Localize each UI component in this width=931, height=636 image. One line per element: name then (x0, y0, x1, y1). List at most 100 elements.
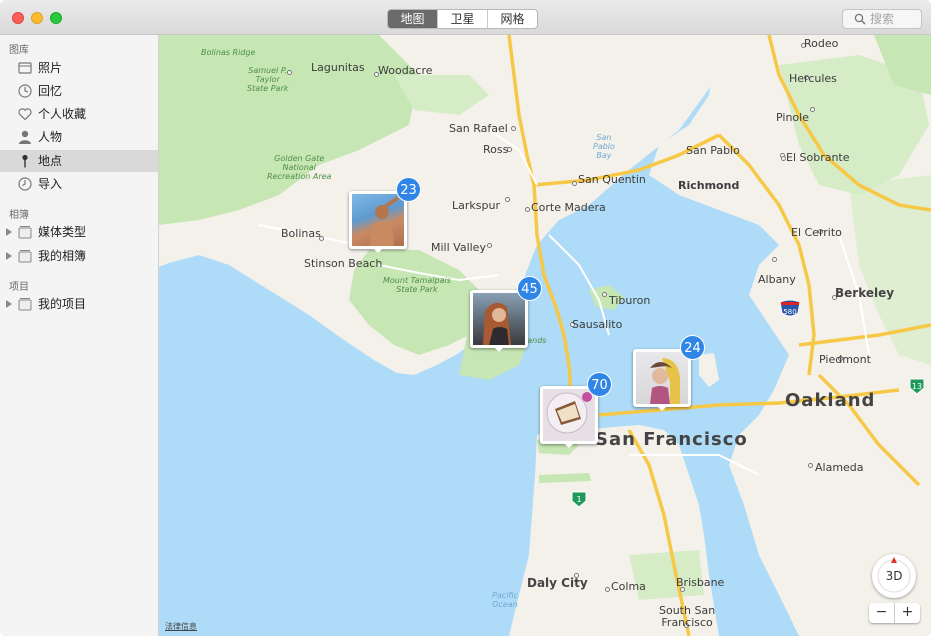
sidebar-item-my-albums[interactable]: 我的相簿 (0, 245, 158, 267)
place-label-el-cerrito: El Cerrito (791, 226, 842, 239)
place-label-san-pablo: San Pablo (686, 144, 740, 157)
city-dot (572, 181, 577, 186)
city-dot (487, 243, 492, 248)
place-label-piedmont: Piedmont (819, 353, 871, 366)
place-label-richmond: Richmond (678, 179, 740, 192)
sidebar-item-my-projects[interactable]: 我的项目 (0, 293, 158, 315)
heart-icon (18, 108, 32, 121)
photo-image (370, 196, 400, 246)
sidebar-item-people[interactable]: 人物 (0, 126, 158, 148)
sidebar-item-imports[interactable]: 导入 (0, 173, 158, 195)
photo-count-badge: 45 (517, 276, 542, 301)
photo-cluster-pin[interactable]: 24 (633, 335, 705, 411)
sidebar: 图库 照片 回忆 个人收藏 人物 地点 导入 相簿 媒体类型 我的相簿 项目 我… (0, 35, 159, 636)
city-dot (772, 257, 777, 262)
segment-grid[interactable]: 网格 (488, 10, 537, 28)
photo-thumbnail (352, 194, 404, 246)
sidebar-item-label: 我的相簿 (38, 249, 87, 263)
album-stack-icon (18, 298, 32, 311)
sidebar-item-media-types[interactable]: 媒体类型 (0, 221, 158, 243)
search-field[interactable]: 搜索 (842, 9, 922, 29)
view-mode-segmented-control: 地图 卫星 网格 (387, 9, 538, 29)
zoom-out-button[interactable]: − (869, 603, 895, 623)
city-dot (511, 126, 516, 131)
sidebar-item-label: 个人收藏 (38, 107, 87, 121)
city-dot (525, 207, 530, 212)
album-stack-icon (18, 226, 32, 239)
pin-tail (372, 247, 384, 253)
place-label-brisbane: Brisbane (676, 576, 725, 589)
place-label-south-san-francisco: South San Francisco (659, 604, 716, 629)
compass-3d-button[interactable]: 3D (872, 554, 916, 598)
park-label-mount-tamalpais: Mount Tamalpais State Park (383, 276, 451, 294)
sidebar-section-library: 图库 (9, 45, 29, 56)
photo-cluster-pin[interactable]: 23 (349, 177, 421, 253)
sidebar-item-label: 导入 (38, 177, 63, 191)
minimize-window-button[interactable] (31, 12, 43, 24)
city-dot (505, 197, 510, 202)
highway-shield-13: 13 (909, 378, 925, 395)
sidebar-item-label: 媒体类型 (38, 225, 87, 239)
close-window-button[interactable] (12, 12, 24, 24)
place-label-woodacre: Woodacre (378, 64, 433, 77)
sidebar-item-label: 人物 (38, 130, 63, 144)
place-label-daly-city: Daly City (527, 576, 588, 590)
place-label-mill-valley: Mill Valley (431, 241, 486, 254)
photo-count-badge: 24 (680, 335, 705, 360)
disclosure-triangle-icon[interactable] (6, 252, 12, 260)
fullscreen-window-button[interactable] (50, 12, 62, 24)
search-icon (854, 13, 866, 25)
place-label-pinole: Pinole (776, 111, 809, 124)
compass-3d-label: 3D (885, 569, 903, 583)
city-dot (605, 587, 610, 592)
zoom-control: − + (869, 603, 920, 623)
place-label-corte-madera: Corte Madera (531, 201, 606, 214)
place-label-san-rafael: San Rafael (449, 122, 508, 135)
sidebar-item-photos[interactable]: 照片 (0, 57, 158, 79)
water-label-san-pablo-bay: San Pablo Bay (593, 133, 615, 160)
sidebar-item-favorites[interactable]: 个人收藏 (0, 103, 158, 125)
place-label-oakland: Oakland (785, 390, 876, 411)
svg-text:13: 13 (912, 382, 922, 391)
photo-image (650, 358, 680, 404)
place-label-san-quentin: San Quentin (578, 173, 646, 186)
place-label-hercules: Hercules (789, 72, 837, 85)
place-label-rodeo: Rodeo (804, 37, 839, 50)
segment-map[interactable]: 地图 (388, 10, 438, 28)
svg-text:580: 580 (783, 308, 796, 316)
city-dot (808, 463, 813, 468)
place-label-albany: Albany (758, 273, 796, 286)
photo-cluster-pin[interactable]: 45 (470, 276, 542, 352)
photo-cluster-pin[interactable]: 70 (540, 372, 612, 448)
memories-icon (18, 84, 32, 98)
park-label-golden-gate-nra: Golden Gate National Recreation Area (267, 154, 332, 181)
highway-shield-1: 1 (571, 491, 587, 508)
toolbar: 地图 卫星 网格 搜索 (0, 0, 931, 35)
place-label-alameda: Alameda (815, 461, 864, 474)
zoom-in-button[interactable]: + (895, 603, 920, 623)
svg-text:1: 1 (576, 495, 581, 504)
sidebar-section-projects: 项目 (9, 282, 29, 293)
map-view[interactable]: 580 13 1 Rodeo Hercules Pinole San Pablo… (159, 35, 931, 636)
disclosure-triangle-icon[interactable] (6, 300, 12, 308)
photo-thumbnail (636, 352, 688, 404)
pin-tail (563, 442, 575, 448)
legal-info-link[interactable]: 法律信息 (165, 621, 197, 632)
sidebar-item-label: 回忆 (38, 84, 63, 98)
place-label-san-francisco: San Francisco (595, 429, 748, 450)
sidebar-item-places[interactable]: 地点 (0, 150, 158, 172)
place-label-bolinas: Bolinas (281, 227, 321, 240)
photo-thumbnail (473, 293, 525, 345)
pin-tail (493, 346, 505, 352)
photo-image (483, 302, 511, 345)
city-dot (810, 107, 815, 112)
place-label-el-sobrante: El Sobrante (786, 151, 850, 164)
photos-icon (18, 62, 32, 74)
place-label-colma: Colma (611, 580, 646, 593)
sidebar-item-memories[interactable]: 回忆 (0, 80, 158, 102)
disclosure-triangle-icon[interactable] (6, 228, 12, 236)
segment-satellite[interactable]: 卫星 (438, 10, 488, 28)
sidebar-item-label: 我的项目 (38, 297, 87, 311)
clock-icon (18, 177, 32, 191)
photos-window: 地图 卫星 网格 搜索 图库 照片 回忆 个人收藏 人物 地点 导入 相簿 媒体… (0, 0, 931, 636)
